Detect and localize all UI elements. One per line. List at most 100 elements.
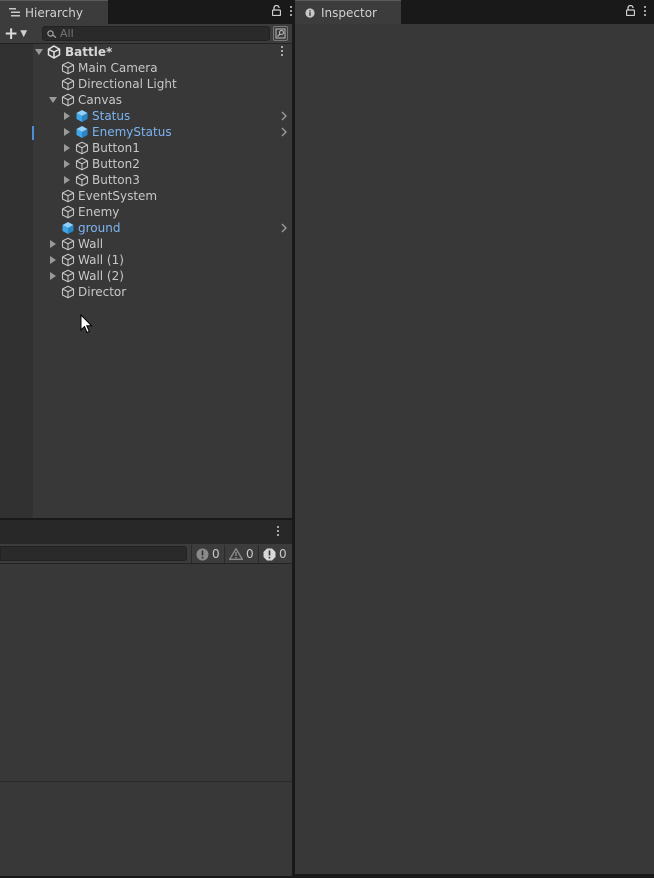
collapsed-arrow-icon[interactable]: [62, 111, 72, 121]
hierarchy-item-label: Enemy: [78, 205, 120, 219]
log-count: 0: [212, 547, 220, 561]
hierarchy-item[interactable]: Directional Light: [0, 76, 292, 92]
collapsed-arrow-icon[interactable]: [48, 271, 58, 281]
hierarchy-item[interactable]: Status: [0, 108, 292, 124]
hierarchy-item[interactable]: Enemy: [0, 204, 292, 220]
hierarchy-item[interactable]: Button3: [0, 172, 292, 188]
hierarchy-item-label: ground: [78, 221, 121, 235]
hierarchy-tab-tools: [272, 5, 292, 16]
collapsed-arrow-icon[interactable]: [48, 239, 58, 249]
hierarchy-item[interactable]: Canvas: [0, 92, 292, 108]
hierarchy-tab-label: Hierarchy: [25, 5, 84, 20]
hierarchy-item[interactable]: Wall (2): [0, 268, 292, 284]
hierarchy-item[interactable]: Button2: [0, 156, 292, 172]
chevron-right-icon[interactable]: [280, 222, 288, 234]
lock-icon[interactable]: [272, 5, 281, 16]
gameobject-cube-icon: [61, 61, 75, 75]
gameobject-cube-icon: [61, 205, 75, 219]
hierarchy-item-label: Wall: [78, 237, 104, 251]
gameobject-cube-icon: [61, 77, 75, 91]
console-detail-divider[interactable]: [0, 781, 292, 782]
warning-count: 0: [246, 547, 254, 561]
collapsed-arrow-icon[interactable]: [62, 127, 72, 137]
tab-inspector[interactable]: Inspector: [295, 0, 401, 24]
chevron-right-icon[interactable]: [280, 110, 288, 122]
scene-name: Battle*: [65, 45, 113, 59]
expanded-arrow-icon[interactable]: [48, 95, 58, 105]
gameobject-cube-icon: [61, 253, 75, 267]
console-tab-bar: [0, 520, 292, 544]
warning-icon: [229, 548, 243, 560]
inspector-panel: [295, 24, 654, 874]
inspector-tab-label: Inspector: [321, 5, 377, 20]
info-icon: [196, 548, 209, 560]
gameobject-cube-icon: [75, 173, 89, 187]
hierarchy-item-label: EnemyStatus: [92, 125, 172, 139]
gameobject-cube-icon: [61, 237, 75, 251]
hierarchy-list-icon: [9, 8, 20, 17]
hierarchy-toolbar: + ▼: [0, 24, 292, 44]
add-object-button[interactable]: + ▼: [4, 24, 34, 44]
console-menu-icon[interactable]: [276, 526, 279, 536]
caret-down-icon: ▼: [20, 29, 28, 39]
prefab-cube-icon: [62, 222, 74, 234]
hierarchy-item-label: Director: [78, 285, 127, 299]
console-warning-counter[interactable]: 0: [224, 545, 257, 563]
search-icon: [47, 29, 57, 38]
hierarchy-item-label: Button2: [92, 157, 140, 171]
error-count: 0: [279, 547, 287, 561]
hierarchy-item[interactable]: Main Camera: [0, 60, 292, 76]
console-search-input[interactable]: [0, 546, 187, 561]
collapsed-arrow-icon[interactable]: [62, 159, 72, 169]
hierarchy-search-input[interactable]: [60, 27, 260, 40]
collapsed-arrow-icon[interactable]: [62, 175, 72, 185]
search-in-scene-button[interactable]: [273, 26, 288, 41]
hierarchy-item[interactable]: Wall (1): [0, 252, 292, 268]
hierarchy-search[interactable]: [42, 26, 270, 41]
hierarchy-item-label: Canvas: [78, 93, 123, 107]
console-log-counter[interactable]: 0: [191, 545, 223, 563]
hierarchy-item-label: Wall (2): [78, 269, 124, 283]
gameobject-cube-icon: [75, 141, 89, 155]
scene-row[interactable]: Battle*: [0, 44, 292, 60]
hierarchy-item-label: EventSystem: [78, 189, 158, 203]
scene-menu-icon[interactable]: [280, 46, 283, 56]
gameobject-cube-icon: [61, 269, 75, 283]
inspector-tab-tools: [626, 5, 646, 16]
error-icon: [263, 548, 276, 560]
collapsed-arrow-icon[interactable]: [48, 255, 58, 265]
selection-marker: [32, 126, 34, 140]
prefab-cube-icon: [76, 126, 88, 138]
hierarchy-item-label: Directional Light: [78, 77, 177, 91]
prefab-cube-icon: [76, 110, 88, 122]
gameobject-cube-icon: [61, 189, 75, 203]
hierarchy-item-label: Status: [92, 109, 131, 123]
hierarchy-item[interactable]: Wall: [0, 236, 292, 252]
unity-scene-icon: [47, 45, 61, 59]
chevron-right-icon[interactable]: [280, 126, 288, 138]
gameobject-cube-icon: [61, 93, 75, 107]
mouse-cursor-icon: [80, 314, 93, 334]
hierarchy-item[interactable]: ground: [0, 220, 292, 236]
hierarchy-item-label: Button3: [92, 173, 140, 187]
hierarchy-item[interactable]: Director: [0, 284, 292, 300]
info-icon: [305, 7, 315, 18]
gameobject-cube-icon: [75, 157, 89, 171]
hierarchy-tab-menu-icon[interactable]: [289, 5, 292, 16]
hierarchy-item[interactable]: Button1: [0, 140, 292, 156]
hierarchy-item[interactable]: EventSystem: [0, 188, 292, 204]
collapsed-arrow-icon[interactable]: [62, 143, 72, 153]
hierarchy-item-label: Wall (1): [78, 253, 124, 267]
inspector-tab-menu-icon[interactable]: [643, 5, 646, 16]
console-error-counter[interactable]: 0: [258, 545, 292, 563]
hierarchy-item-label: Button1: [92, 141, 140, 155]
plus-icon: +: [4, 24, 19, 44]
hierarchy-item-label: Main Camera: [78, 61, 158, 75]
tab-hierarchy[interactable]: Hierarchy: [0, 0, 108, 24]
expanded-arrow-icon[interactable]: [34, 47, 44, 57]
scene-search-icon: [275, 28, 286, 39]
hierarchy-item[interactable]: EnemyStatus: [0, 124, 292, 140]
lock-icon[interactable]: [626, 5, 635, 16]
gameobject-cube-icon: [61, 285, 75, 299]
console-panel: [0, 520, 292, 876]
